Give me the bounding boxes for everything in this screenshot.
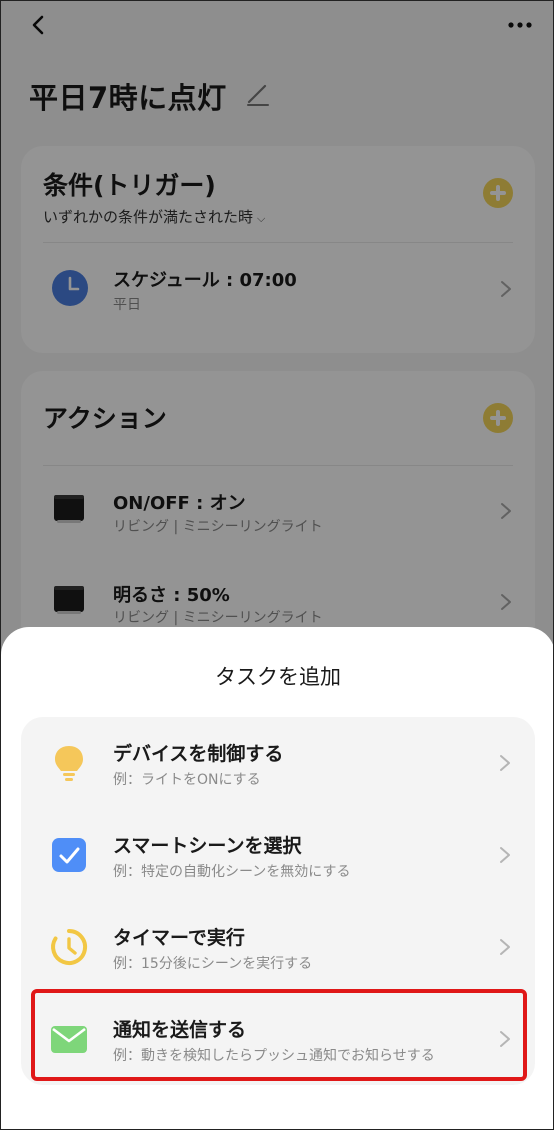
- task-title: タイマーで実行: [113, 927, 245, 949]
- timer-icon: [51, 928, 88, 965]
- task-select-scene[interactable]: スマートシーンを選択 例：特定の自動化シーンを無効にする: [21, 809, 535, 901]
- highlight-box: [31, 989, 527, 1081]
- chevron-right-icon: [500, 939, 510, 955]
- checkbox-icon: [52, 838, 86, 872]
- app-screen: 平日7時に点灯 条件(トリガー) いずれかの条件が満たされた時 ⌵ スケジュール …: [0, 0, 554, 1130]
- chevron-right-icon: [500, 847, 510, 863]
- task-subtitle: 例：ライトをONにする: [113, 772, 261, 788]
- task-subtitle: 例：15分後にシーンを実行する: [113, 956, 313, 972]
- task-subtitle: 例：特定の自動化シーンを無効にする: [113, 864, 351, 880]
- task-control-device[interactable]: デバイスを制御する 例：ライトをONにする: [21, 717, 535, 809]
- sheet-title: タスクを追加: [215, 665, 341, 689]
- lightbulb-icon: [55, 746, 83, 781]
- task-title: スマートシーンを選択: [113, 835, 302, 857]
- task-run-timer[interactable]: タイマーで実行 例：15分後にシーンを実行する: [21, 901, 535, 993]
- chevron-right-icon: [500, 755, 510, 771]
- task-title: デバイスを制御する: [113, 743, 284, 765]
